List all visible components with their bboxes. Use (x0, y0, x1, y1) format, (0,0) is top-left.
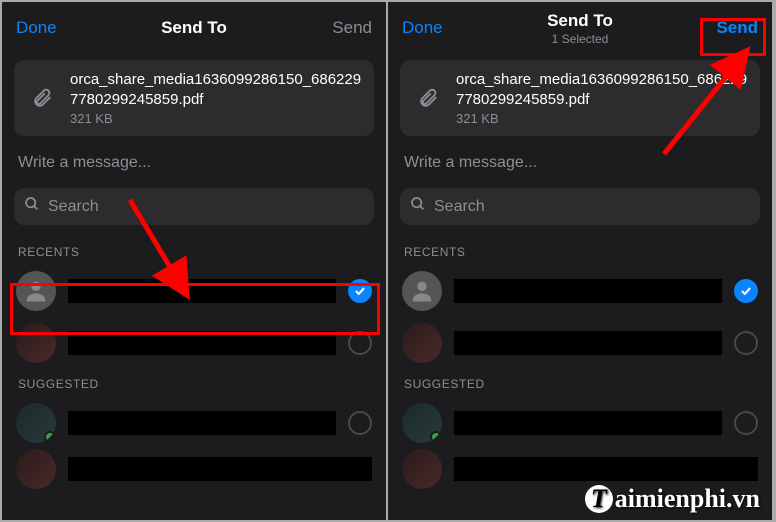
avatar (402, 323, 442, 363)
attachment-card[interactable]: orca_share_media1636099286150_6862297780… (400, 60, 760, 136)
search-placeholder: Search (434, 198, 485, 216)
contact-name-redacted (454, 457, 758, 481)
page-title: Send To (76, 18, 312, 38)
search-placeholder: Search (48, 198, 99, 216)
contact-name-redacted (68, 411, 336, 435)
online-dot-icon (430, 431, 442, 443)
contact-row[interactable] (2, 265, 386, 317)
check-icon[interactable] (348, 279, 372, 303)
watermark: Taimienphi.vn (585, 484, 760, 514)
contact-row[interactable] (2, 397, 386, 449)
contact-name-redacted (68, 331, 336, 355)
avatar (16, 403, 56, 443)
contact-name-redacted (68, 279, 336, 303)
contact-name-redacted (68, 457, 372, 481)
contact-name-redacted (454, 411, 722, 435)
check-empty-icon[interactable] (348, 411, 372, 435)
avatar (16, 449, 56, 489)
page-title: Send To (462, 11, 698, 31)
contact-row[interactable] (2, 317, 386, 369)
check-empty-icon[interactable] (734, 331, 758, 355)
panel-right: Done Send To 1 Selected Send orca_share_… (388, 2, 774, 520)
section-suggested: SUGGESTED (2, 369, 386, 397)
message-input[interactable]: Write a message... (388, 142, 772, 184)
search-input[interactable]: Search (400, 188, 760, 225)
attachment-size: 321 KB (456, 111, 748, 126)
contact-row[interactable] (388, 397, 772, 449)
section-recents: RECENTS (388, 237, 772, 265)
check-empty-icon[interactable] (734, 411, 758, 435)
contact-name-redacted (454, 279, 722, 303)
section-suggested: SUGGESTED (388, 369, 772, 397)
online-dot-icon (44, 431, 56, 443)
contact-name-redacted (454, 331, 722, 355)
avatar (402, 403, 442, 443)
attachment-name: orca_share_media1636099286150_6862297780… (70, 70, 362, 109)
contact-row[interactable] (388, 317, 772, 369)
check-icon[interactable] (734, 279, 758, 303)
header: Done Send To Send (2, 2, 386, 54)
contact-row[interactable] (388, 449, 772, 489)
avatar (16, 271, 56, 311)
done-button[interactable]: Done (402, 18, 462, 38)
message-input[interactable]: Write a message... (2, 142, 386, 184)
send-button[interactable]: Send (312, 18, 372, 38)
panel-left: Done Send To Send orca_share_media163609… (2, 2, 388, 520)
check-empty-icon[interactable] (348, 331, 372, 355)
header: Done Send To 1 Selected Send (388, 2, 772, 54)
send-button[interactable]: Send (698, 18, 758, 38)
avatar (402, 449, 442, 489)
search-input[interactable]: Search (14, 188, 374, 225)
search-icon (410, 196, 426, 217)
avatar (402, 271, 442, 311)
done-button[interactable]: Done (16, 18, 76, 38)
section-recents: RECENTS (2, 237, 386, 265)
attachment-card[interactable]: orca_share_media1636099286150_6862297780… (14, 60, 374, 136)
attachment-name: orca_share_media1636099286150_6862297780… (456, 70, 748, 109)
paperclip-icon (26, 82, 58, 114)
contact-row[interactable] (2, 449, 386, 489)
contact-row[interactable] (388, 265, 772, 317)
selected-count: 1 Selected (462, 32, 698, 46)
avatar (16, 323, 56, 363)
search-icon (24, 196, 40, 217)
paperclip-icon (412, 82, 444, 114)
attachment-size: 321 KB (70, 111, 362, 126)
